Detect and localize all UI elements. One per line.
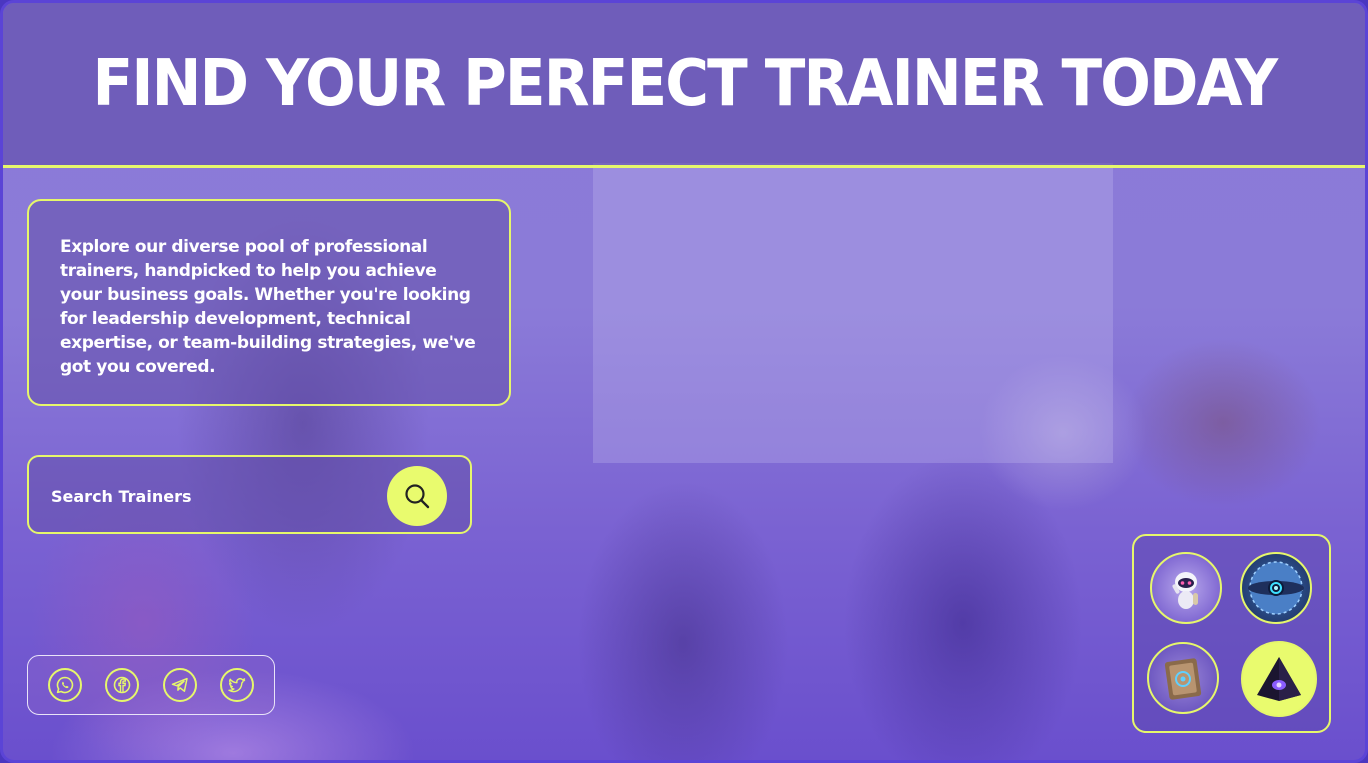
search-input[interactable] bbox=[49, 477, 373, 515]
avatar-orb[interactable] bbox=[1240, 552, 1312, 624]
facebook-button[interactable] bbox=[105, 668, 140, 702]
avatar-pyramid[interactable] bbox=[1241, 641, 1317, 717]
whatsapp-button[interactable] bbox=[47, 668, 82, 702]
social-links bbox=[27, 655, 275, 715]
pyramid-avatar-icon bbox=[1257, 657, 1301, 701]
telegram-button[interactable] bbox=[162, 668, 197, 702]
hero-section: FIND YOUR PERFECT TRAINER TODAY Explore … bbox=[0, 0, 1368, 763]
twitter-icon bbox=[228, 678, 246, 693]
header-banner: FIND YOUR PERFECT TRAINER TODAY bbox=[3, 3, 1365, 168]
robot-avatar-icon bbox=[1172, 572, 1198, 609]
description-card: Explore our diverse pool of professional… bbox=[27, 199, 511, 406]
description-text: Explore our diverse pool of professional… bbox=[60, 237, 476, 377]
avatar-robot[interactable] bbox=[1150, 552, 1222, 624]
whatsapp-icon bbox=[56, 676, 73, 694]
book-avatar-icon bbox=[1164, 658, 1202, 700]
avatar-selector bbox=[1132, 534, 1331, 733]
search-icon bbox=[405, 484, 430, 509]
twitter-button[interactable] bbox=[220, 668, 255, 702]
avatar-book[interactable] bbox=[1147, 642, 1219, 714]
search-button[interactable] bbox=[387, 466, 447, 526]
background-photo-wall bbox=[593, 163, 1113, 463]
page-title: FIND YOUR PERFECT TRAINER TODAY bbox=[92, 47, 1278, 121]
facebook-icon bbox=[113, 676, 131, 694]
telegram-icon bbox=[171, 677, 188, 692]
orb-avatar-icon bbox=[1248, 561, 1304, 615]
search-bar bbox=[27, 455, 472, 534]
